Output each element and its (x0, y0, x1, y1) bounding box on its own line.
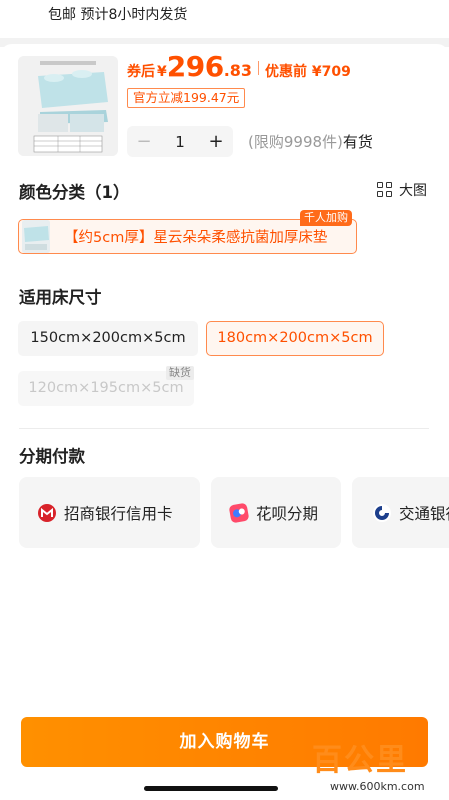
installment-label: 招商银行信用卡 (64, 504, 173, 523)
installment-label: 花呗分期 (256, 504, 319, 523)
huabei-icon (228, 502, 250, 523)
size-option-150[interactable]: 150cm×200cm×5cm (18, 321, 198, 356)
size-section-title: 适用床尺寸 (19, 288, 102, 307)
cmb-bank-icon (38, 503, 56, 522)
price-separator (258, 61, 260, 75)
big-view-label: 大图 (399, 183, 427, 199)
stock-info: (限购9998件)有货 (248, 131, 373, 152)
color-option-thumbnail (22, 220, 50, 253)
shipping-text: 包邮 预计8小时内发货 (48, 7, 188, 23)
original-price: 优惠前 ¥709 (265, 64, 351, 80)
price-decimal: .83 (223, 61, 253, 80)
installment-overflow-clip: 交通银行 (352, 477, 449, 548)
home-indicator[interactable] (144, 786, 278, 791)
decrease-button[interactable]: − (127, 131, 161, 152)
grid-icon (377, 182, 393, 198)
big-view-toggle[interactable]: 大图 (377, 180, 427, 200)
installment-section-title: 分期付款 (19, 447, 85, 466)
coupon-badge: 官方立减199.47元 (127, 88, 246, 108)
increase-button[interactable]: + (199, 131, 233, 152)
product-thumbnail[interactable] (18, 56, 118, 156)
installment-label: 交通银行 (399, 504, 449, 523)
quantity-value[interactable]: 1 (161, 133, 199, 151)
watermark-logo-text: 百公里 (312, 743, 408, 778)
color-option-label: 【约5cm厚】星云朵朵柔感抗菌加厚床垫 (64, 230, 328, 246)
size-option-180[interactable]: 180cm×200cm×5cm (206, 321, 384, 356)
purchase-limit: (限购9998件) (248, 133, 343, 151)
watermark-url: www.600km.com (330, 780, 425, 793)
price-integer: 296 (166, 50, 224, 83)
price-row: 券后 ¥ 296 .83 优惠前 ¥709 (127, 50, 351, 86)
shipping-bar: 包邮 预计8小时内发货 (0, 0, 449, 38)
installment-option-huabei[interactable]: 花呗分期 (211, 477, 341, 548)
soldout-tag: 缺货 (166, 366, 194, 380)
color-section-title: 颜色分类（1） (19, 183, 130, 202)
price-label: 券后 (127, 64, 155, 80)
currency-symbol: ¥ (157, 64, 167, 80)
installment-option-cmb[interactable]: 招商银行信用卡 (19, 477, 200, 548)
popular-badge: 千人加购 (300, 210, 352, 226)
bocom-bank-icon (373, 503, 391, 522)
installment-option-bocom[interactable]: 交通银行 (352, 477, 449, 548)
mattress-image (18, 56, 118, 156)
quantity-stepper: − 1 + (127, 126, 233, 157)
section-divider (19, 428, 429, 429)
watermark: 百公里 www.600km.com (312, 742, 449, 800)
stock-status: 有货 (342, 133, 373, 151)
sku-sheet (0, 44, 449, 800)
